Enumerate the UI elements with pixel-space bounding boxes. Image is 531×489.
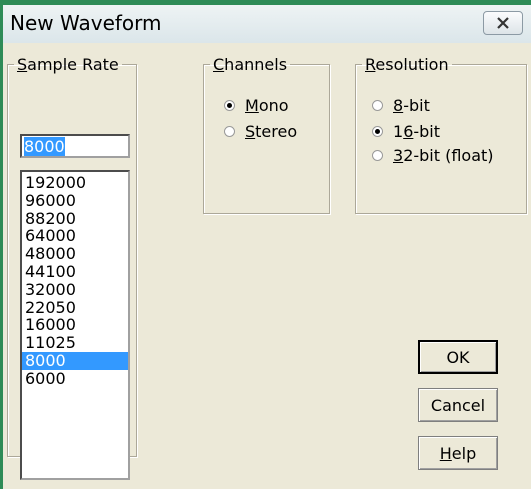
close-icon [497,17,509,29]
8bit-radio-button[interactable] [372,100,383,111]
sample-rate-option[interactable]: 192000 [22,174,128,192]
32bit-label: 32-bit (float) [393,146,494,165]
16bit-radio-button[interactable] [372,126,383,137]
sample-rate-option[interactable]: 48000 [22,245,128,263]
sample-rate-option[interactable]: 96000 [22,191,128,210]
help-button[interactable]: Help [418,436,498,470]
mono-radio-button[interactable] [224,100,235,111]
sample-rate-input-value: 8000 [24,137,65,156]
stereo-label: Stereo [245,122,298,141]
new-waveform-dialog: New Waveform Sample Rate 8000 192000 9600… [0,0,531,489]
channels-legend: Channels [213,55,288,74]
resolution-legend: Resolution [365,55,449,74]
sample-rate-option[interactable]: 11025 [22,334,128,352]
sample-rate-option[interactable]: 32000 [22,280,128,299]
resolution-group: Resolution 8-bit 16-bit 32-bit (float) [355,55,527,214]
8bit-label: 8-bit [393,96,430,115]
sample-rate-option[interactable]: 6000 [22,369,128,388]
mono-label: Mono [245,96,289,115]
sample-rate-option[interactable]: 64000 [22,227,128,245]
ok-button[interactable]: OK [418,340,498,374]
sample-rate-group: Sample Rate 8000 192000 96000 88200 64000 48… [7,55,137,480]
16bit-radio[interactable]: 16-bit [372,122,440,141]
cancel-button[interactable]: Cancel [418,388,498,422]
sample-rate-legend: Sample Rate [17,55,119,74]
dialog-body: Sample Rate 8000 192000 96000 88200 64000 48… [3,43,531,489]
sample-rate-option[interactable]: 16000 [22,316,128,334]
sample-rate-list[interactable]: 192000 96000 88200 64000 48000 44100 32000 2205… [20,170,130,480]
stereo-radio-button[interactable] [224,126,235,137]
channels-group: Channels Mono Stereo [203,55,330,214]
8bit-radio[interactable]: 8-bit [372,96,430,115]
window-title: New Waveform [10,11,162,35]
32bit-radio-button[interactable] [372,150,383,161]
close-button[interactable] [483,11,523,35]
sample-rate-option[interactable]: 22050 [22,298,128,317]
title-bar[interactable]: New Waveform [3,5,531,43]
stereo-radio[interactable]: Stereo [224,122,297,141]
sample-rate-option[interactable]: 8000 [22,352,128,370]
32bit-radio[interactable]: 32-bit (float) [372,146,494,165]
sample-rate-option[interactable]: 44100 [22,263,128,281]
mono-radio[interactable]: Mono [224,96,289,115]
sample-rate-input[interactable]: 8000 [20,134,130,158]
16bit-label: 16-bit [393,122,441,141]
sample-rate-option[interactable]: 88200 [22,209,128,228]
